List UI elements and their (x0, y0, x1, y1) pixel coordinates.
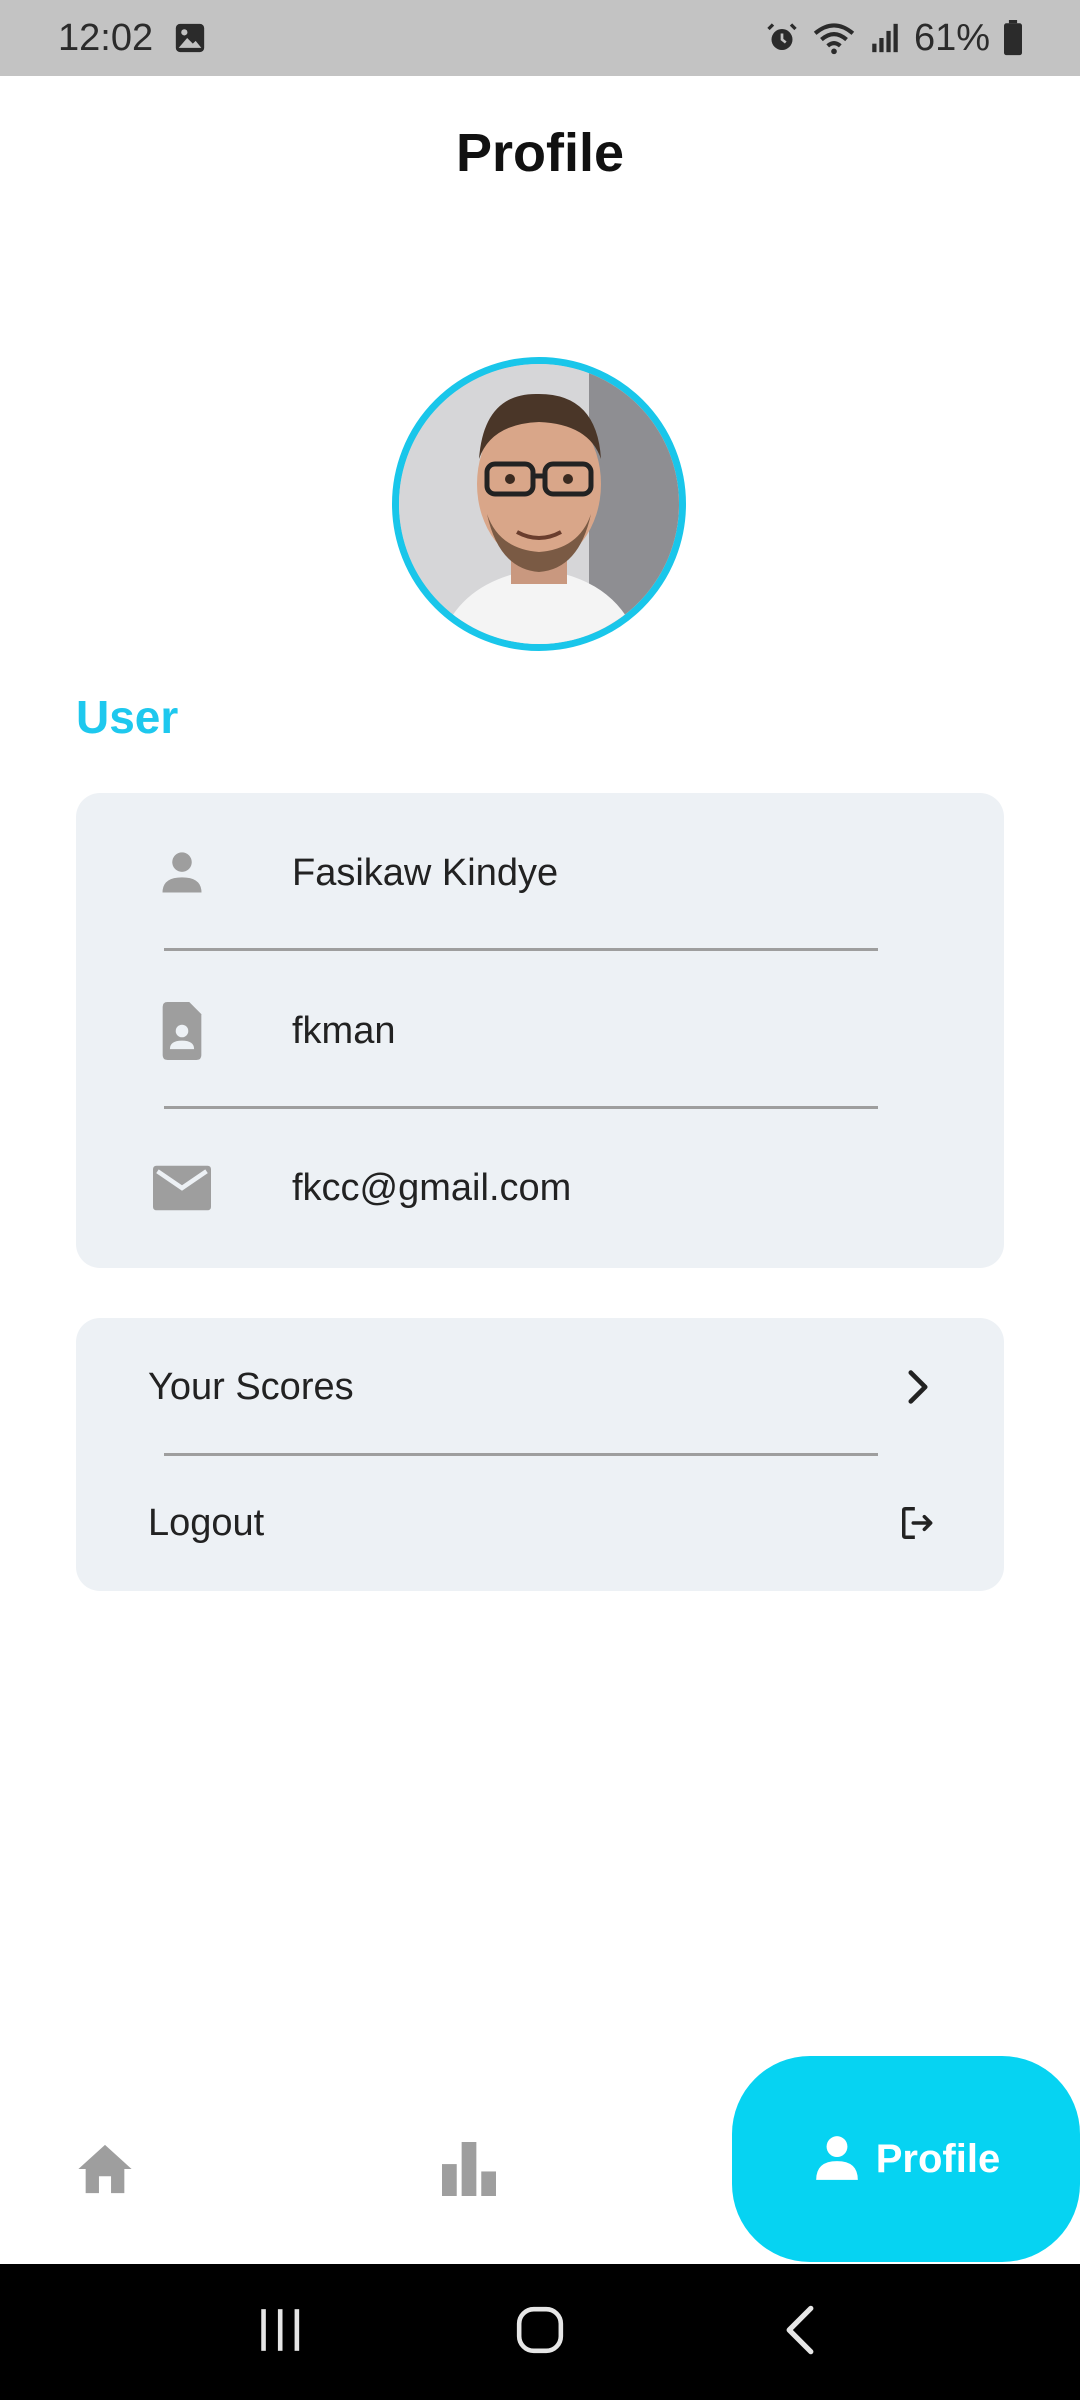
divider (164, 1106, 878, 1109)
wifi-icon (812, 20, 856, 56)
battery-icon (1002, 20, 1024, 56)
contact-file-icon (152, 1001, 212, 1061)
profile-screen: 12:02 61% Profile User Fasikaw Kindye fk… (0, 0, 1080, 2400)
status-left: 12:02 (58, 17, 207, 60)
logout-button[interactable]: Logout (76, 1468, 1004, 1578)
nav-profile-label: Profile (875, 2136, 1001, 2181)
signal-icon (868, 21, 902, 55)
chevron-right-icon (896, 1365, 940, 1409)
nav-home-button[interactable] (60, 2126, 150, 2216)
status-time: 12:02 (58, 16, 154, 59)
battery-percentage: 61% (913, 16, 990, 59)
gallery-notification-icon (173, 21, 207, 55)
alarm-icon (764, 20, 800, 56)
user-info-card: Fasikaw Kindye fkman fkcc@gmail.com (76, 793, 1004, 1268)
home-system-button[interactable] (500, 2292, 580, 2372)
email-row: fkcc@gmail.com (76, 1138, 1004, 1238)
actions-card: Your Scores Logout (76, 1318, 1004, 1591)
logout-label: Logout (148, 1501, 265, 1544)
back-system-button[interactable] (760, 2292, 840, 2372)
person-icon (152, 843, 212, 903)
avatar (392, 357, 686, 651)
nav-stats-button[interactable] (424, 2126, 514, 2216)
mail-icon (152, 1158, 212, 1218)
your-scores-button[interactable]: Your Scores (76, 1332, 1004, 1442)
home-circle-icon (515, 2305, 565, 2360)
username-value: fkman (292, 1009, 396, 1052)
user-full-name: Fasikaw Kindye (292, 851, 559, 894)
divider (164, 1453, 878, 1456)
user-name-row: Fasikaw Kindye (76, 823, 1004, 923)
person-icon (812, 2132, 862, 2187)
bottom-navigation: Profile (0, 2050, 1080, 2264)
email-value: fkcc@gmail.com (292, 1166, 572, 1209)
system-navigation-bar (0, 2264, 1080, 2400)
home-icon (76, 2142, 134, 2201)
status-bar: 12:02 61% (0, 0, 1080, 76)
recent-apps-icon (255, 2307, 305, 2358)
divider (164, 948, 878, 951)
recent-apps-button[interactable] (240, 2292, 320, 2372)
status-right: 61% (764, 17, 1024, 60)
your-scores-label: Your Scores (148, 1365, 354, 1408)
bar-chart-icon (439, 2141, 499, 2201)
avatar-portrait-icon (399, 364, 679, 644)
logout-icon (896, 1501, 940, 1545)
nav-profile-button[interactable]: Profile (732, 2056, 1080, 2262)
page-title: Profile (455, 123, 625, 183)
section-label-user: User (76, 691, 179, 743)
username-row: fkman (76, 981, 1004, 1081)
back-chevron-icon (780, 2304, 820, 2361)
